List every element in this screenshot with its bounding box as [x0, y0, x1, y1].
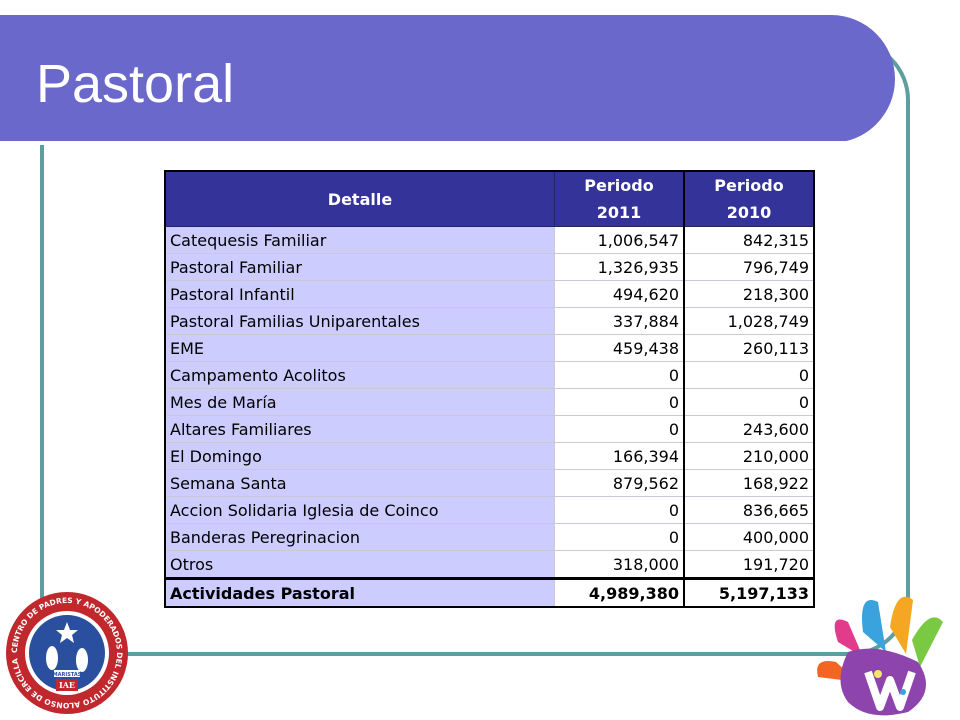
table-row: Catequesis Familiar 1,006,547 842,315 — [164, 226, 815, 254]
row-value-2010: 260,113 — [683, 334, 815, 362]
row-value-2010: 400,000 — [683, 523, 815, 551]
figure-icon — [46, 646, 58, 670]
row-value-2010: 0 — [683, 361, 815, 389]
header-detalle: Detalle — [164, 170, 555, 227]
table-row: Accion Solidaria Iglesia de Coinco 0 836… — [164, 496, 815, 524]
row-value-2010: 1,028,749 — [683, 307, 815, 335]
total-label: Actividades Pastoral — [164, 577, 555, 608]
row-label: Accion Solidaria Iglesia de Coinco — [164, 496, 555, 524]
row-label: Pastoral Familiar — [164, 253, 555, 281]
title-underline — [0, 141, 848, 145]
table-row: El Domingo 166,394 210,000 — [164, 442, 815, 470]
row-label: El Domingo — [164, 442, 555, 470]
pastoral-table: Detalle Periodo 2011 Periodo 2010 Catequ… — [164, 170, 815, 608]
figure-icon — [76, 648, 88, 672]
row-value-2011: 1,326,935 — [554, 253, 685, 281]
row-label: Pastoral Infantil — [164, 280, 555, 308]
row-value-2011: 459,438 — [554, 334, 685, 362]
total-value-2011: 4,989,380 — [554, 577, 685, 608]
table-row: Pastoral Infantil 494,620 218,300 — [164, 280, 815, 308]
row-value-2011: 318,000 — [554, 550, 685, 579]
total-value-2010: 5,197,133 — [683, 577, 815, 608]
table-row: Pastoral Familias Uniparentales 337,884 … — [164, 307, 815, 335]
row-label: Pastoral Familias Uniparentales — [164, 307, 555, 335]
row-value-2010: 796,749 — [683, 253, 815, 281]
pastoral-table-container: Detalle Periodo 2011 Periodo 2010 Catequ… — [164, 170, 815, 608]
emblem-initials: IAE — [59, 680, 75, 690]
table-row: EME 459,438 260,113 — [164, 334, 815, 362]
row-value-2010: 210,000 — [683, 442, 815, 470]
row-value-2011: 0 — [554, 496, 685, 524]
row-value-2010: 842,315 — [683, 226, 815, 254]
row-label: Altares Familiares — [164, 415, 555, 443]
school-emblem-logo: CENTRO DE PADRES Y APODERADOS DEL INSTIT… — [6, 592, 128, 714]
row-label: Mes de María — [164, 388, 555, 416]
row-value-2011: 0 — [554, 361, 685, 389]
row-value-2011: 1,006,547 — [554, 226, 685, 254]
table-row: Campamento Acolitos 0 0 — [164, 361, 815, 389]
title-bar: Pastoral — [0, 15, 895, 145]
table-row: Semana Santa 879,562 168,922 — [164, 469, 815, 497]
row-value-2010: 243,600 — [683, 415, 815, 443]
row-label: Semana Santa — [164, 469, 555, 497]
row-value-2011: 879,562 — [554, 469, 685, 497]
header-periodo-2011: Periodo 2011 — [554, 170, 685, 227]
row-value-2010: 218,300 — [683, 280, 815, 308]
table-row: Altares Familiares 0 243,600 — [164, 415, 815, 443]
table-body: Catequesis Familiar 1,006,547 842,315 Pa… — [164, 226, 815, 608]
row-value-2010: 168,922 — [683, 469, 815, 497]
header-periodo-2011-line2: 2011 — [596, 203, 642, 222]
row-value-2011: 0 — [554, 388, 685, 416]
table-row: Mes de María 0 0 — [164, 388, 815, 416]
row-label: EME — [164, 334, 555, 362]
row-value-2011: 494,620 — [554, 280, 685, 308]
row-value-2011: 0 — [554, 415, 685, 443]
row-value-2011: 0 — [554, 523, 685, 551]
row-value-2010: 0 — [683, 388, 815, 416]
row-label: Banderas Peregrinacion — [164, 523, 555, 551]
table-row: Otros 318,000 191,720 — [164, 550, 815, 579]
row-label: Catequesis Familiar — [164, 226, 555, 254]
table-row: Banderas Peregrinacion 0 400,000 — [164, 523, 815, 551]
header-periodo-2010: Periodo 2010 — [683, 170, 815, 227]
row-label: Campamento Acolitos — [164, 361, 555, 389]
row-value-2011: 166,394 — [554, 442, 685, 470]
header-periodo-2010-line2: 2010 — [726, 203, 772, 222]
row-value-2011: 337,884 — [554, 307, 685, 335]
slide-title: Pastoral — [36, 54, 235, 114]
row-label: Otros — [164, 550, 555, 579]
row-value-2010: 836,665 — [683, 496, 815, 524]
header-periodo-2010-line1: Periodo — [714, 176, 784, 195]
emblem-badge-text: MARISTAS — [53, 672, 82, 678]
table-row: Pastoral Familiar 1,326,935 796,749 — [164, 253, 815, 281]
header-periodo-2011-line1: Periodo — [584, 176, 654, 195]
row-value-2010: 191,720 — [683, 550, 815, 579]
colorful-hand-logo — [817, 596, 943, 716]
table-header-row: Detalle Periodo 2011 Periodo 2010 — [164, 170, 815, 227]
table-total-row: Actividades Pastoral 4,989,380 5,197,133 — [164, 577, 815, 608]
